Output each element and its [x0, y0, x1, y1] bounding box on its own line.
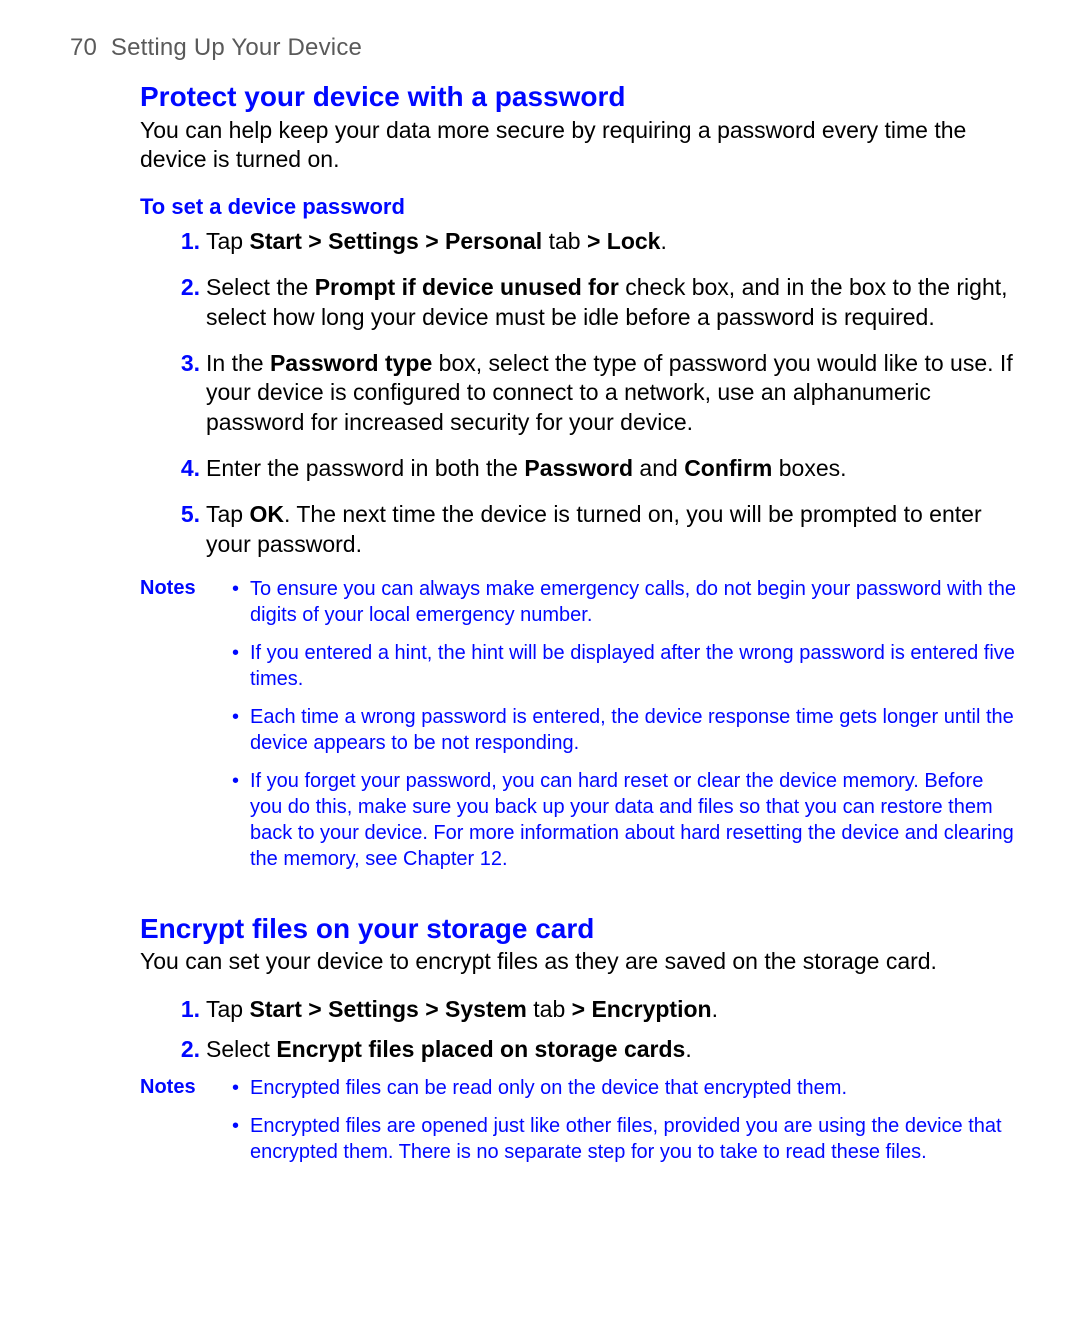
- step-number: 2.: [170, 273, 200, 303]
- section-title: Encrypt files on your storage card: [140, 912, 1017, 946]
- section-intro: You can help keep your data more secure …: [140, 116, 1017, 176]
- bold-text: Password: [524, 455, 633, 481]
- steps-list: 1. Tap Start > Settings > System tab > E…: [140, 995, 1017, 1065]
- text-run: . The next time the device is turned on,…: [206, 501, 982, 557]
- text-run: .: [712, 996, 718, 1022]
- text-run: Tap: [206, 996, 249, 1022]
- text-run: Enter the password in both the: [206, 455, 524, 481]
- text-run: .: [685, 1036, 691, 1062]
- step-item: 1. Tap Start > Settings > Personal tab >…: [170, 227, 1017, 257]
- step-body: Select Encrypt files placed on storage c…: [206, 1036, 692, 1062]
- bold-text: Prompt if device unused for: [315, 274, 619, 300]
- note-item: Encrypted files are opened just like oth…: [232, 1113, 1017, 1165]
- bold-text: Password type: [270, 350, 432, 376]
- notes-block: Notes To ensure you can always make emer…: [140, 576, 1017, 884]
- step-body: Enter the password in both the Password …: [206, 455, 847, 481]
- step-item: 3. In the Password type box, select the …: [170, 349, 1017, 439]
- notes-list: Encrypted files can be read only on the …: [232, 1075, 1017, 1177]
- step-item: 4. Enter the password in both the Passwo…: [170, 454, 1017, 484]
- step-item: 2. Select the Prompt if device unused fo…: [170, 273, 1017, 333]
- step-number: 4.: [170, 454, 200, 484]
- step-body: Tap Start > Settings > System tab > Encr…: [206, 996, 718, 1022]
- step-body: Tap Start > Settings > Personal tab > Lo…: [206, 228, 667, 254]
- bold-text: OK: [249, 501, 284, 527]
- bold-text: Confirm: [684, 455, 772, 481]
- note-item: If you forget your password, you can har…: [232, 768, 1017, 872]
- note-item: Encrypted files can be read only on the …: [232, 1075, 1017, 1101]
- step-item: 2. Select Encrypt files placed on storag…: [170, 1035, 1017, 1065]
- note-item: If you entered a hint, the hint will be …: [232, 640, 1017, 692]
- note-item: To ensure you can always make emergency …: [232, 576, 1017, 628]
- text-run: Tap: [206, 501, 249, 527]
- bold-text: Encrypt files placed on storage cards: [276, 1036, 685, 1062]
- step-number: 1.: [170, 227, 200, 257]
- text-run: and: [633, 455, 684, 481]
- text-run: Tap: [206, 228, 249, 254]
- note-item: Each time a wrong password is entered, t…: [232, 704, 1017, 756]
- text-run: In the: [206, 350, 270, 376]
- step-item: 5. Tap OK. The next time the device is t…: [170, 500, 1017, 560]
- page-number: 70: [70, 34, 97, 61]
- text-run: boxes.: [772, 455, 846, 481]
- section-title: Protect your device with a password: [140, 80, 1017, 114]
- notes-block: Notes Encrypted files can be read only o…: [140, 1075, 1017, 1177]
- step-item: 1. Tap Start > Settings > System tab > E…: [170, 995, 1017, 1025]
- text-run: tab: [527, 996, 572, 1022]
- chapter-title: Setting Up Your Device: [111, 34, 362, 61]
- section-intro: You can set your device to encrypt files…: [140, 947, 1017, 977]
- subheading: To set a device password: [140, 193, 1017, 221]
- bold-text: > Encryption: [572, 996, 712, 1022]
- step-number: 2.: [170, 1035, 200, 1065]
- bold-text: > Lock: [587, 228, 661, 254]
- text-run: Select the: [206, 274, 315, 300]
- text-run: .: [660, 228, 666, 254]
- running-header: 70 Setting Up Your Device: [70, 34, 1022, 62]
- notes-label: Notes: [140, 576, 232, 884]
- step-number: 5.: [170, 500, 200, 530]
- text-run: tab: [542, 228, 587, 254]
- bold-text: Start > Settings > Personal: [249, 228, 542, 254]
- notes-label: Notes: [140, 1075, 232, 1177]
- page-content: Protect your device with a password You …: [70, 80, 1022, 1177]
- step-body: Select the Prompt if device unused for c…: [206, 274, 1008, 330]
- text-run: Select: [206, 1036, 276, 1062]
- notes-list: To ensure you can always make emergency …: [232, 576, 1017, 884]
- spacer: [140, 894, 1017, 912]
- bold-text: Start > Settings > System: [249, 996, 526, 1022]
- steps-list: 1. Tap Start > Settings > Personal tab >…: [140, 227, 1017, 560]
- step-number: 3.: [170, 349, 200, 379]
- page: 70 Setting Up Your Device Protect your d…: [0, 0, 1080, 1327]
- step-body: Tap OK. The next time the device is turn…: [206, 501, 982, 557]
- step-number: 1.: [170, 995, 200, 1025]
- step-body: In the Password type box, select the typ…: [206, 350, 1013, 436]
